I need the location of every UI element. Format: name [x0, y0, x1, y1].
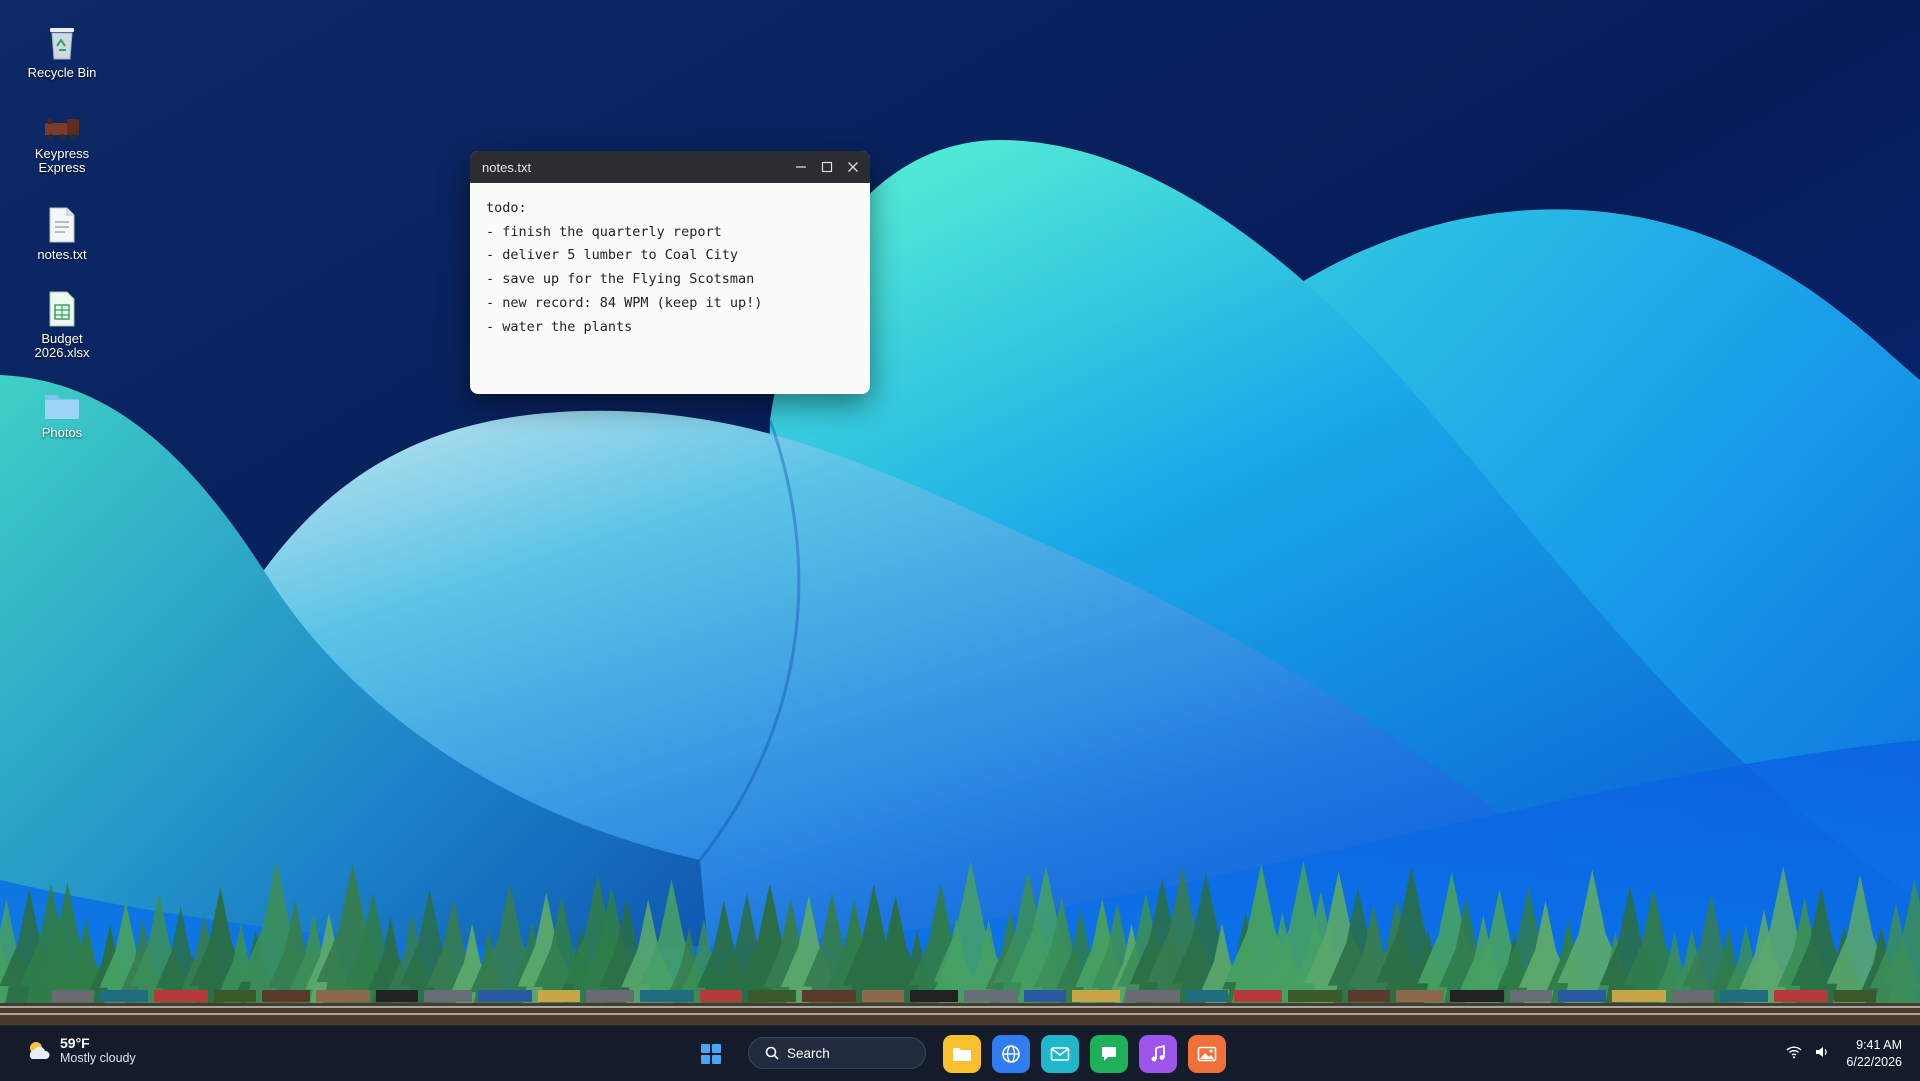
maximize-icon	[821, 161, 833, 173]
train-car	[1072, 990, 1120, 1002]
desktop-icon-label: notes.txt	[37, 247, 87, 262]
wifi-button[interactable]	[1786, 1045, 1802, 1064]
desktop-icon-label: Recycle Bin	[27, 65, 97, 80]
desktop-icon-budget[interactable]: Budget 2026.xlsx	[12, 290, 112, 360]
close-button[interactable]	[840, 151, 866, 183]
train-car	[586, 990, 634, 1002]
globe-icon	[1002, 1045, 1020, 1063]
train-car	[1126, 990, 1180, 1002]
desktop-wallpaper	[0, 0, 1920, 1080]
taskbar-search[interactable]: Search	[748, 1037, 926, 1069]
train-car	[1024, 990, 1066, 1002]
taskbar-app-mail[interactable]	[1041, 1035, 1079, 1073]
taskbar: 59°F Mostly cloudy Search 9:41 AM 6/22/2…	[0, 1025, 1920, 1081]
text-file-icon	[49, 207, 75, 243]
train-car	[424, 990, 472, 1002]
taskbar-app-messages[interactable]	[1090, 1035, 1128, 1073]
train-car	[1672, 990, 1714, 1002]
train-icon	[45, 118, 79, 140]
desktop-icon-label: Photos	[41, 425, 83, 440]
train-car	[100, 990, 148, 1002]
wifi-icon	[1786, 1046, 1802, 1059]
desktop-icon-label: Keypress Express	[34, 146, 90, 175]
taskbar-app-file-explorer[interactable]	[943, 1035, 981, 1073]
train-car	[154, 990, 208, 1002]
maximize-button[interactable]	[814, 151, 840, 183]
train-car	[1396, 990, 1444, 1002]
train-car	[1288, 990, 1342, 1002]
train-car	[1234, 990, 1282, 1002]
train-car	[1186, 990, 1228, 1002]
notes-text-area[interactable]: todo: - finish the quarterly report - de…	[470, 183, 870, 353]
train-car	[1834, 990, 1876, 1002]
spreadsheet-icon	[49, 291, 75, 327]
train-car	[1450, 990, 1504, 1002]
notes-window[interactable]: notes.txt todo: - finish the quarterly r…	[470, 151, 870, 394]
chat-icon	[1102, 1047, 1116, 1061]
train-car	[802, 990, 856, 1002]
folder-icon	[45, 395, 79, 419]
search-icon	[765, 1046, 779, 1060]
train-car	[748, 990, 796, 1002]
taskbar-app-browser[interactable]	[992, 1035, 1030, 1073]
train-car	[1348, 990, 1390, 1002]
train-car	[910, 990, 958, 1002]
volume-button[interactable]	[1814, 1045, 1830, 1064]
train-car	[376, 990, 418, 1002]
partly-cloudy-icon	[29, 1042, 50, 1059]
train-car	[1774, 990, 1828, 1002]
music-note-icon	[1151, 1045, 1165, 1062]
train-car	[1612, 990, 1666, 1002]
volume-icon	[1816, 1047, 1827, 1057]
close-icon	[848, 162, 858, 172]
train-car	[214, 990, 256, 1002]
weather-condition: Mostly cloudy	[60, 1051, 136, 1065]
window-titlebar[interactable]: notes.txt	[470, 151, 870, 183]
train-car	[1558, 990, 1606, 1002]
minimize-icon	[796, 166, 806, 168]
image-icon	[1197, 1046, 1217, 1062]
train-car	[52, 990, 94, 1002]
windows-logo-icon	[701, 1044, 721, 1064]
desktop-icon-recycle-bin[interactable]: Recycle Bin	[12, 24, 112, 80]
train-car	[1720, 990, 1768, 1002]
search-label: Search	[787, 1045, 830, 1061]
desktop-icon-keypress-express[interactable]: Keypress Express	[12, 113, 112, 175]
mail-icon	[1050, 1047, 1070, 1061]
clock-time: 9:41 AM	[1856, 1038, 1902, 1052]
desktop-icon-photos-folder[interactable]: Photos	[12, 390, 112, 440]
train-car	[538, 990, 580, 1002]
clock-date: 6/22/2026	[1846, 1055, 1902, 1069]
recycle-bin-icon	[50, 28, 74, 60]
folder-icon	[953, 1048, 971, 1061]
weather-temperature: 59°F	[60, 1035, 90, 1051]
train-car	[316, 990, 370, 1002]
train-car	[862, 990, 904, 1002]
system-clock[interactable]: 9:41 AM 6/22/2026	[1846, 1037, 1902, 1071]
train-car	[478, 990, 532, 1002]
desktop-icon-notes[interactable]: notes.txt	[12, 206, 112, 262]
train-car	[262, 990, 310, 1002]
taskbar-app-photos[interactable]	[1188, 1035, 1226, 1073]
train-car	[1510, 990, 1552, 1002]
desktop-icon-label: Budget 2026.xlsx	[34, 331, 90, 360]
train-car	[640, 990, 694, 1002]
train-car	[700, 990, 742, 1002]
taskbar-app-music[interactable]	[1139, 1035, 1177, 1073]
weather-widget[interactable]: 59°F Mostly cloudy	[26, 1036, 136, 1066]
window-title: notes.txt	[482, 159, 532, 175]
start-button[interactable]	[697, 1040, 725, 1068]
minimize-button[interactable]	[788, 151, 814, 183]
train-car	[964, 990, 1018, 1002]
